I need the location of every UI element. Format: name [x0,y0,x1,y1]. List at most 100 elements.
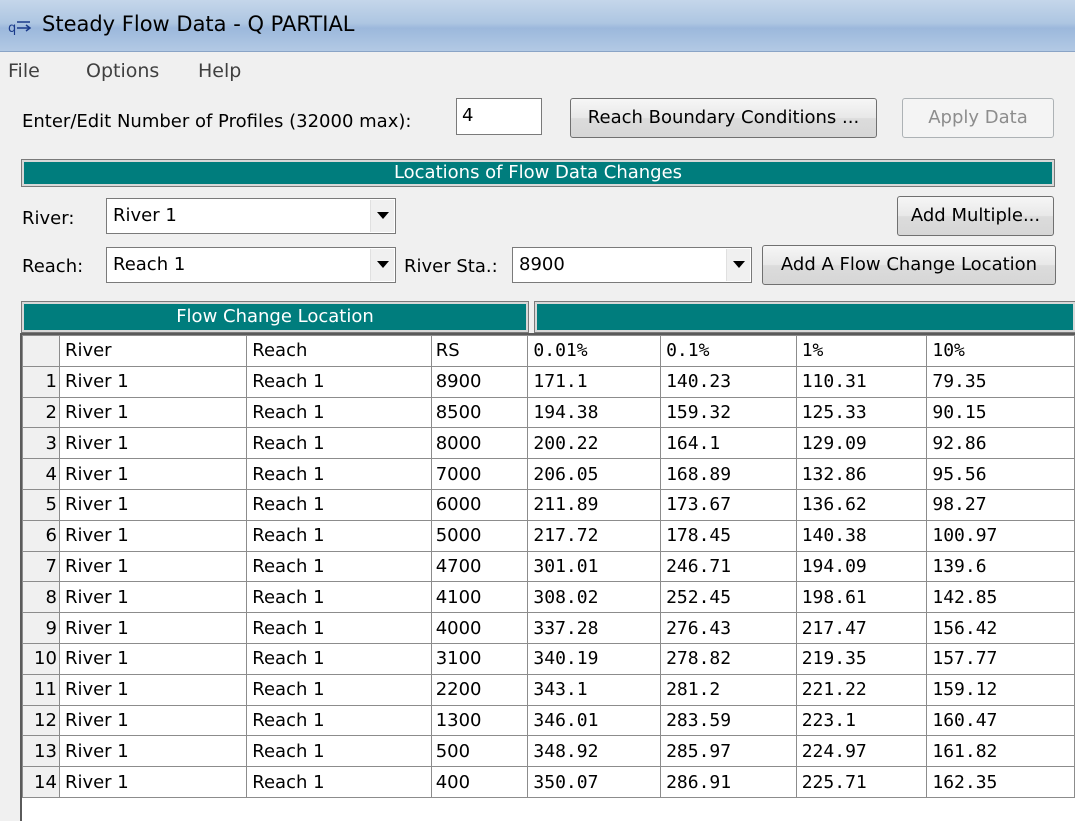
river-select[interactable]: River 1 [106,198,396,234]
menu-options[interactable]: Options [86,60,159,82]
cell-flow-0-01[interactable]: 340.19 [527,642,662,675]
cell-rs[interactable]: 4700 [430,550,529,583]
cell-reach[interactable]: Reach 1 [246,704,432,737]
cell-flow-0-01[interactable]: 206.05 [527,458,662,490]
cell-flow-0-01[interactable]: 171.1 [527,365,662,398]
cell-reach[interactable]: Reach 1 [246,766,432,798]
cell-reach[interactable]: Reach 1 [246,488,432,521]
cell-flow-0-1[interactable]: 285.97 [660,735,797,768]
cell-flow-1[interactable]: 125.33 [795,396,928,429]
cell-flow-0-01[interactable]: 343.1 [527,673,662,706]
cell-flow-1[interactable]: 110.31 [795,365,928,398]
column-header-profile-0-1[interactable]: 0.1% [660,335,797,367]
cell-rs[interactable]: 8900 [430,365,529,398]
cell-flow-10[interactable]: 79.35 [926,365,1075,398]
cell-reach[interactable]: Reach 1 [246,550,432,583]
cell-reach[interactable]: Reach 1 [246,612,432,644]
cell-flow-0-1[interactable]: 159.32 [660,396,797,429]
cell-flow-0-01[interactable]: 200.22 [527,427,662,460]
cell-flow-0-01[interactable]: 301.01 [527,550,662,583]
cell-river[interactable]: River 1 [58,704,248,737]
cell-flow-1[interactable]: 219.35 [795,642,928,675]
reach-boundary-conditions-button[interactable]: Reach Boundary Conditions ... [570,98,877,138]
table-row[interactable]: 6 River 1 Reach 1 5000 217.72 178.45 140.38 100… [22,519,1075,552]
cell-flow-1[interactable]: 221.22 [795,673,928,706]
river-station-select[interactable]: 8900 [512,247,752,283]
cell-rs[interactable]: 400 [430,766,529,798]
reach-select[interactable]: Reach 1 [106,247,396,283]
cell-flow-0-1[interactable]: 276.43 [660,612,797,644]
cell-flow-10[interactable]: 139.6 [926,550,1075,583]
cell-river[interactable]: River 1 [58,766,248,798]
cell-rs[interactable]: 500 [430,735,529,768]
cell-flow-0-1[interactable]: 246.71 [660,550,797,583]
profiles-count-input[interactable]: 4 [456,98,542,135]
cell-reach[interactable]: Reach 1 [246,396,432,429]
cell-river[interactable]: River 1 [58,550,248,583]
table-row[interactable]: 8 River 1 Reach 1 4100 308.02 252.45 198.61 142… [22,581,1075,614]
column-header-river[interactable]: River [58,335,248,367]
cell-reach[interactable]: Reach 1 [246,735,432,768]
cell-flow-1[interactable]: 224.97 [795,735,928,768]
cell-flow-0-01[interactable]: 350.07 [527,766,662,798]
cell-flow-1[interactable]: 217.47 [795,612,928,644]
cell-reach[interactable]: Reach 1 [246,642,432,675]
cell-flow-10[interactable]: 90.15 [926,396,1075,429]
cell-flow-10[interactable]: 142.85 [926,581,1075,614]
cell-rs[interactable]: 3100 [430,642,529,675]
add-flow-change-location-button[interactable]: Add A Flow Change Location [762,245,1056,285]
cell-flow-0-1[interactable]: 252.45 [660,581,797,614]
cell-flow-10[interactable]: 98.27 [926,488,1075,521]
cell-flow-1[interactable]: 223.1 [795,704,928,737]
cell-flow-0-1[interactable]: 178.45 [660,519,797,552]
cell-reach[interactable]: Reach 1 [246,427,432,460]
cell-flow-0-01[interactable]: 348.92 [527,735,662,768]
cell-river[interactable]: River 1 [58,458,248,490]
table-row[interactable]: 3 River 1 Reach 1 8000 200.22 164.1 129.09 92.8… [22,427,1075,460]
table-row[interactable]: 11 River 1 Reach 1 2200 343.1 281.2 221.22 159.… [22,673,1075,706]
table-row[interactable]: 7 River 1 Reach 1 4700 301.01 246.71 194.09 139… [22,550,1075,583]
table-row[interactable]: 12 River 1 Reach 1 1300 346.01 283.59 223.1 160… [22,704,1075,737]
cell-flow-10[interactable]: 100.97 [926,519,1075,552]
cell-flow-1[interactable]: 136.62 [795,488,928,521]
cell-river[interactable]: River 1 [58,396,248,429]
menu-file[interactable]: File [8,60,40,82]
cell-river[interactable]: River 1 [58,735,248,768]
cell-flow-0-1[interactable]: 140.23 [660,365,797,398]
cell-river[interactable]: River 1 [58,642,248,675]
cell-flow-1[interactable]: 140.38 [795,519,928,552]
cell-river[interactable]: River 1 [58,581,248,614]
cell-reach[interactable]: Reach 1 [246,458,432,490]
table-row[interactable]: 9 River 1 Reach 1 4000 337.28 276.43 217.47 156… [22,612,1075,644]
cell-rs[interactable]: 1300 [430,704,529,737]
cell-reach[interactable]: Reach 1 [246,519,432,552]
cell-river[interactable]: River 1 [58,488,248,521]
cell-flow-0-1[interactable]: 173.67 [660,488,797,521]
column-header-rs[interactable]: RS [430,335,529,367]
cell-flow-1[interactable]: 129.09 [795,427,928,460]
table-row[interactable]: 2 River 1 Reach 1 8500 194.38 159.32 125.33 90.… [22,396,1075,429]
column-header-profile-10[interactable]: 10% [926,335,1075,367]
table-row[interactable]: 4 River 1 Reach 1 7000 206.05 168.89 132.86 95.… [22,458,1075,490]
cell-river[interactable]: River 1 [58,673,248,706]
cell-rs[interactable]: 4000 [430,612,529,644]
cell-rs[interactable]: 4100 [430,581,529,614]
cell-flow-0-01[interactable]: 337.28 [527,612,662,644]
cell-flow-0-01[interactable]: 211.89 [527,488,662,521]
column-header-reach[interactable]: Reach [246,335,432,367]
cell-flow-10[interactable]: 162.35 [926,766,1075,798]
table-row[interactable]: 5 River 1 Reach 1 6000 211.89 173.67 136.62 98.… [22,488,1075,521]
table-row[interactable]: 14 River 1 Reach 1 400 350.07 286.91 225.71 162… [22,766,1075,798]
cell-river[interactable]: River 1 [58,427,248,460]
cell-flow-10[interactable]: 156.42 [926,612,1075,644]
cell-flow-1[interactable]: 225.71 [795,766,928,798]
table-row[interactable]: 10 River 1 Reach 1 3100 340.19 278.82 219.35 15… [22,642,1075,675]
cell-flow-1[interactable]: 194.09 [795,550,928,583]
cell-rs[interactable]: 8500 [430,396,529,429]
cell-river[interactable]: River 1 [58,612,248,644]
cell-flow-0-1[interactable]: 286.91 [660,766,797,798]
cell-rs[interactable]: 5000 [430,519,529,552]
table-row[interactable]: 1 River 1 Reach 1 8900 171.1 140.23 110.31 79.3… [22,365,1075,398]
cell-flow-10[interactable]: 157.77 [926,642,1075,675]
apply-data-button[interactable]: Apply Data [902,98,1054,138]
